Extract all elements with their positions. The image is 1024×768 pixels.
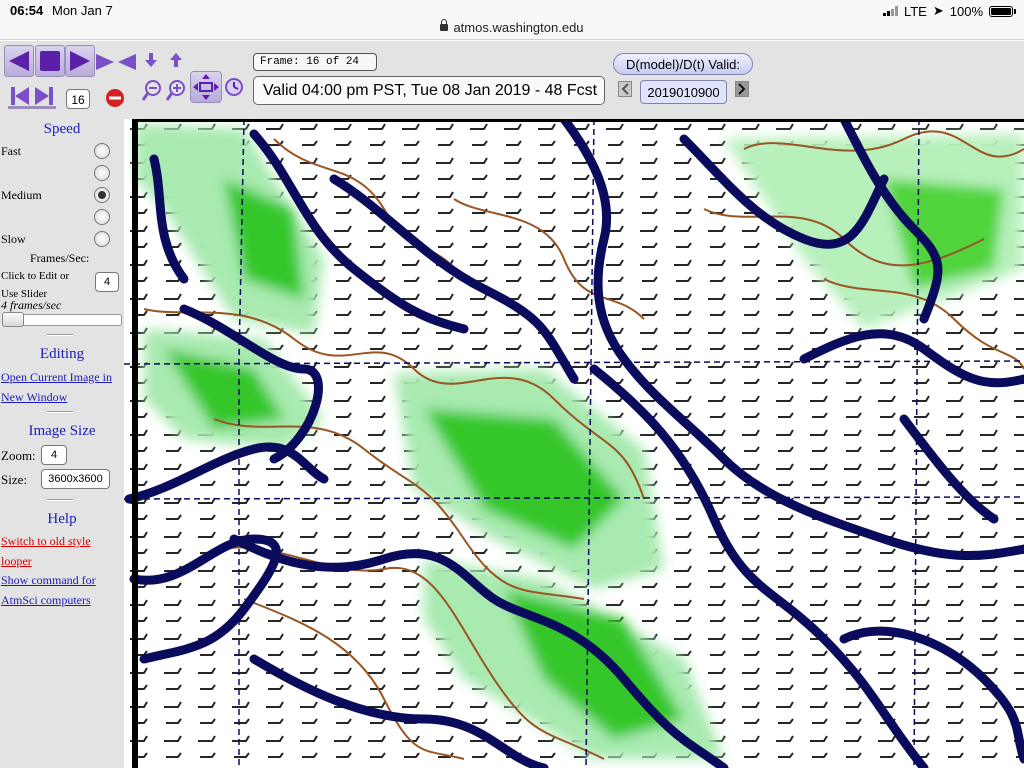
speed-radio-fast[interactable] bbox=[94, 143, 110, 159]
status-time: 06:54 bbox=[10, 3, 44, 18]
chevron-right-icon bbox=[738, 83, 746, 95]
play-forward-button[interactable] bbox=[65, 45, 95, 77]
dmodel-dt-button[interactable]: D(model)/D(t) Valid: bbox=[613, 53, 753, 75]
zoom-input[interactable]: 4 bbox=[41, 445, 67, 465]
zoom-in-button[interactable] bbox=[164, 77, 188, 105]
sidebar-divider bbox=[47, 411, 73, 413]
first-last-frame-button[interactable] bbox=[8, 85, 56, 109]
valid-time-display: Valid 04:00 pm PST, Tue 08 Jan 2019 - 48… bbox=[253, 76, 605, 105]
speed-radio-medium[interactable] bbox=[94, 187, 110, 203]
speed-radio-fast-medium[interactable] bbox=[94, 165, 110, 181]
speed-fast-label: Fast bbox=[1, 144, 22, 158]
clock-reset-icon bbox=[225, 78, 243, 96]
status-indicators: LTE ➤ 100% bbox=[882, 3, 1016, 19]
battery-percent: 100% bbox=[949, 3, 983, 19]
arrow-up-icon bbox=[170, 53, 182, 67]
signal-icon bbox=[882, 6, 898, 16]
next-model-button[interactable] bbox=[735, 81, 749, 97]
speed-slow-label: Slow bbox=[1, 232, 26, 246]
address-bar[interactable]: atmos.washington.edu bbox=[0, 18, 1024, 40]
model-date-display: 2019010900 bbox=[640, 80, 727, 104]
square-stop-icon bbox=[40, 51, 60, 71]
forecast-map-image bbox=[124, 119, 1024, 768]
speed-heading: Speed bbox=[43, 121, 81, 137]
zoom-label: Zoom: bbox=[1, 448, 36, 463]
speed-radio-medium-slow[interactable] bbox=[94, 209, 110, 225]
zoom-out-button[interactable] bbox=[140, 77, 164, 105]
frame-counter: Frame: 16 of 24 bbox=[253, 53, 377, 71]
location-icon: ➤ bbox=[932, 3, 944, 18]
speed-radio-slow[interactable] bbox=[94, 231, 110, 247]
skip-arrows-icon bbox=[11, 86, 53, 105]
zoom-in-icon bbox=[165, 80, 185, 101]
zoom-out-icon bbox=[141, 80, 161, 101]
fps-slider-thumb[interactable] bbox=[2, 312, 24, 327]
no-entry-icon bbox=[106, 89, 124, 107]
step-down-button[interactable] bbox=[142, 49, 160, 71]
bowtie-rock-icon bbox=[96, 54, 136, 70]
pan-button[interactable] bbox=[190, 71, 222, 103]
carrier-label: LTE bbox=[903, 3, 927, 19]
fps-input[interactable]: 4 bbox=[95, 272, 119, 292]
chevron-left-icon bbox=[621, 83, 629, 95]
size-label: Size: bbox=[1, 472, 27, 487]
stop-button[interactable] bbox=[35, 45, 65, 77]
delete-frame-button[interactable] bbox=[104, 87, 126, 109]
speed-medium-label: Medium bbox=[1, 188, 42, 202]
control-sidebar: Speed Fast Medium Slow Frames/Sec: Click… bbox=[0, 119, 124, 768]
old-looper-link[interactable]: Switch to old style looper bbox=[1, 531, 111, 571]
url-text: atmos.washington.edu bbox=[453, 20, 584, 35]
status-date: Mon Jan 7 bbox=[52, 3, 113, 18]
frame-number-input[interactable]: 16 bbox=[66, 89, 90, 109]
battery-icon bbox=[989, 5, 1013, 17]
show-command-link[interactable]: Show command for AtmSci computers bbox=[1, 570, 111, 610]
step-up-button[interactable] bbox=[167, 49, 185, 71]
prev-model-button[interactable] bbox=[618, 81, 632, 97]
move-arrows-icon bbox=[193, 74, 219, 100]
triangle-left-icon bbox=[9, 51, 29, 71]
sidebar-divider bbox=[47, 334, 73, 336]
frames-per-sec-label: Frames/Sec: bbox=[30, 251, 90, 265]
size-input[interactable]: 3600x3600 bbox=[41, 469, 110, 489]
image-size-heading: Image Size bbox=[28, 423, 96, 439]
forecast-map[interactable] bbox=[124, 119, 1024, 768]
play-backward-button[interactable] bbox=[4, 45, 34, 77]
reset-view-button[interactable] bbox=[223, 75, 245, 99]
rock-button[interactable] bbox=[95, 49, 137, 75]
open-image-link[interactable]: Open Current Image in New Window bbox=[1, 367, 121, 407]
fps-display: 4 frames/sec bbox=[1, 298, 62, 312]
editing-heading: Editing bbox=[39, 346, 85, 362]
triangle-right-icon bbox=[70, 51, 90, 71]
looper-toolbar: 16 Frame: 16 of 24 Valid 04:00 pm PST, T… bbox=[0, 41, 1024, 119]
help-heading[interactable]: Help bbox=[0, 511, 124, 528]
sidebar-divider bbox=[47, 499, 73, 501]
lock-icon bbox=[440, 19, 449, 31]
arrow-down-icon bbox=[145, 53, 157, 67]
